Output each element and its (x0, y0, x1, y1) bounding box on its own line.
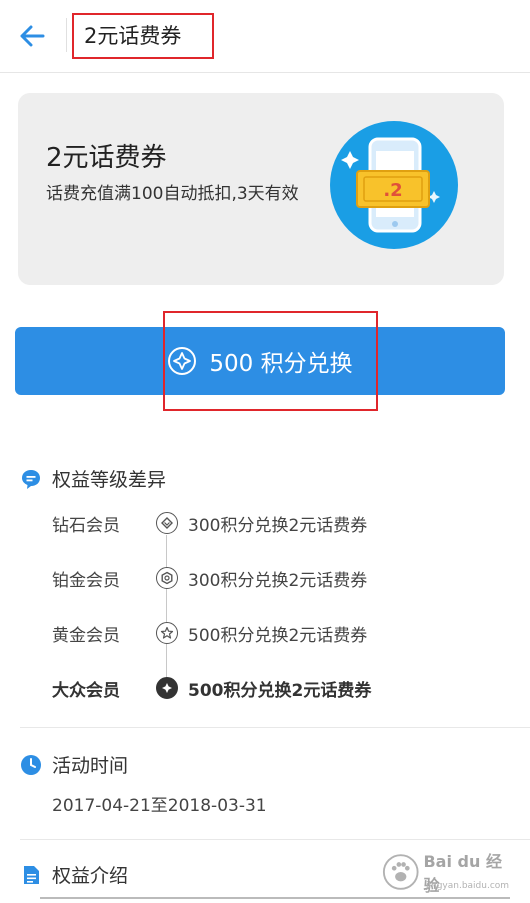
tier-name: 铂金会员 (52, 570, 120, 591)
back-arrow-icon (20, 25, 45, 47)
section-divider (20, 839, 530, 840)
diamond-icon (156, 512, 178, 534)
tier-name: 黄金会员 (52, 625, 120, 646)
chat-bubble-icon (22, 469, 40, 489)
activity-date-range: 2017-04-21至2018-03-31 (52, 796, 267, 816)
coupon-section: 2元话费券 话费充值满100自动抵扣,3天有效 .2 (0, 73, 530, 307)
tier-name: 大众会员 (52, 680, 120, 701)
tier-row: 铂金会员 300积分兑换2元话费券 (52, 564, 367, 592)
benefit-details: 权益等级差异 钻石会员 300积分兑换2元话费券 铂金会员 300积分兑换2元话… (0, 437, 530, 903)
tier-benefit: 500积分兑换2元话费券 (188, 680, 372, 701)
redeem-section: 500 积分兑换 (0, 307, 530, 437)
coupon-value-text: .2 (383, 180, 402, 201)
star-icon (156, 622, 178, 644)
tier-timeline (166, 535, 167, 695)
activity-heading: 活动时间 (20, 751, 128, 778)
tier-benefit: 300积分兑换2元话费券 (188, 515, 368, 536)
coupon-description: 话费充值满100自动抵扣,3天有效 (46, 184, 299, 204)
watermark-subtext: jingyan.baidu.com (426, 881, 510, 891)
coupon-title: 2元话费券 (46, 143, 167, 173)
intro-title: 权益介绍 (52, 865, 129, 887)
coupon-card: 2元话费券 话费充值满100自动抵扣,3天有效 .2 (18, 93, 504, 285)
highlight-box (163, 311, 378, 411)
header-divider (66, 18, 67, 52)
back-button[interactable] (14, 20, 50, 52)
tier-row: 钻石会员 300积分兑换2元话费券 (52, 509, 367, 537)
tiers-title: 权益等级差异 (52, 469, 167, 491)
intro-heading: 权益介绍 (20, 861, 128, 888)
watermark: Bai du 经验 jingyan.baidu.com (382, 847, 512, 897)
paw-logo-icon (382, 854, 419, 890)
top-bar: 2元话费券 (0, 0, 530, 73)
tier-row-current: 大众会员 500积分兑换2元话费券 (52, 674, 371, 702)
section-divider (20, 727, 530, 728)
phone-coupon-icon: .2 (330, 121, 458, 249)
clock-icon (21, 754, 41, 775)
tiers-heading: 权益等级差异 (20, 465, 166, 492)
document-icon (24, 865, 39, 884)
tier-benefit: 300积分兑换2元话费券 (188, 570, 368, 591)
tier-benefit: 500积分兑换2元话费券 (188, 625, 368, 646)
page-title: 2元话费券 (72, 13, 214, 59)
activity-title: 活动时间 (52, 755, 129, 777)
tier-row: 黄金会员 500积分兑换2元话费券 (52, 619, 367, 647)
diamond-filled-icon (156, 677, 178, 699)
tier-name: 钻石会员 (52, 515, 120, 536)
hexagon-icon (156, 567, 178, 589)
